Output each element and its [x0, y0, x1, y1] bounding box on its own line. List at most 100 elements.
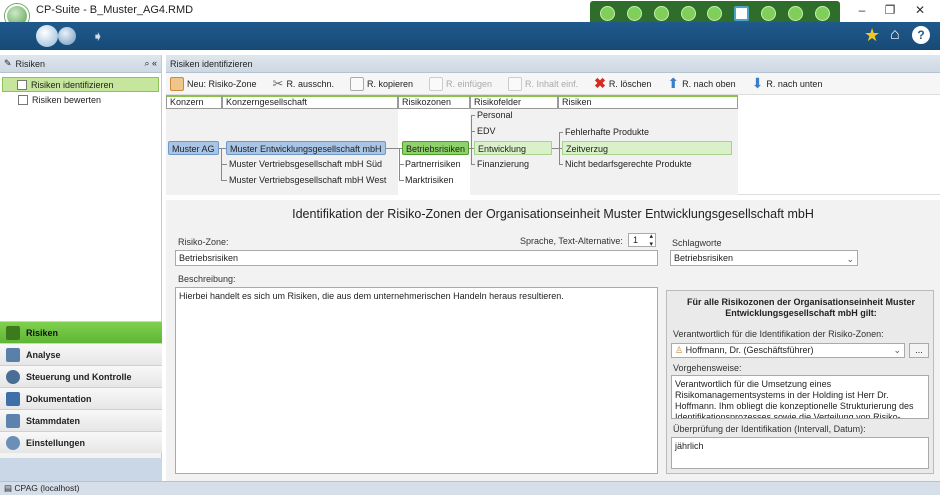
analysis-icon	[6, 347, 20, 362]
panel-heading: Für alle Risikozonen der Organisationsei…	[686, 297, 916, 318]
language-label: Sprache, Text-Alternative:	[520, 236, 623, 246]
tree-item-risiken-identifizieren[interactable]: Risiken identifizieren	[2, 77, 159, 92]
node-risiko-selected[interactable]: Zeitverzug	[562, 141, 732, 155]
nav-item-steuerung[interactable]: Steuerung und Kontrolle	[0, 365, 162, 387]
sidebar-title: Risiken	[15, 58, 46, 69]
nav-item-label: Risiken	[26, 327, 59, 338]
procedure-label: Vorgehensweise:	[673, 363, 742, 373]
close-icon[interactable]: ✕	[910, 3, 930, 17]
column-header-risikozonen: Risikozonen	[398, 95, 470, 109]
copy-icon	[349, 76, 364, 91]
delete-button[interactable]: ✖ R. löschen	[594, 75, 651, 92]
minimize-icon[interactable]: –	[852, 3, 872, 17]
node-gesellschaft[interactable]: Muster Vertriebsgesellschaft mbH West	[226, 173, 389, 187]
module-icon-2[interactable]	[626, 5, 642, 21]
keywords-select[interactable]: Betriebsrisiken ⌄	[670, 250, 858, 266]
module-icon-7[interactable]	[761, 5, 777, 21]
nav-item-einstellungen[interactable]: Einstellungen	[0, 431, 162, 453]
home-icon[interactable]: ⌂	[890, 26, 900, 44]
control-icon	[6, 369, 20, 384]
form-title: Identifikation der Risiko-Zonen der Orga…	[292, 207, 814, 221]
server-icon: ▤	[4, 483, 13, 493]
pencil-icon: ✎	[4, 58, 12, 68]
node-risiko[interactable]: Nicht bedarfsgerechte Produkte	[562, 157, 695, 171]
spinner-arrows-icon[interactable]: ▴ ▾	[649, 232, 653, 248]
module-icon-4[interactable]	[680, 5, 696, 21]
responsible-select[interactable]: ♙ Hoffmann, Dr. (Geschäftsführer) ⌄	[671, 343, 905, 358]
node-feld-selected[interactable]: Entwicklung	[474, 141, 552, 155]
more-button[interactable]: ...	[909, 343, 929, 358]
column-header-risiken: Risiken	[558, 95, 738, 109]
node-feld[interactable]: Personal	[474, 108, 516, 122]
toolbar: Neu: Risiko-Zone ✂ R. ausschn. R. kopier…	[166, 73, 940, 95]
favorites-icon[interactable]: ★	[864, 25, 880, 46]
column-header-konzern: Konzern	[166, 95, 222, 109]
move-down-button[interactable]: ⬇ R. nach unten	[752, 75, 823, 92]
search-icon[interactable]: ⌕ «	[144, 58, 157, 69]
nav-item-stammdaten[interactable]: Stammdaten	[0, 409, 162, 431]
zone-label: Risiko-Zone:	[178, 237, 229, 247]
button-label: R. Inhalt einf.	[525, 78, 579, 89]
responsibility-panel: Für alle Risikozonen der Organisationsei…	[666, 290, 934, 474]
node-gesellschaft-selected[interactable]: Muster Entwicklungsgesellschaft mbH	[226, 141, 386, 155]
node-zone[interactable]: Partnerrisiken	[402, 157, 464, 171]
module-icon-8[interactable]	[788, 5, 804, 21]
sidebar-header: ✎ Risiken ⌕ «	[0, 55, 161, 73]
paste-button[interactable]: R. einfügen	[429, 76, 493, 91]
nav-item-label: Stammdaten	[26, 415, 81, 426]
review-label: Überprüfung der Identifikation (Interval…	[673, 424, 866, 434]
new-zone-button[interactable]: Neu: Risiko-Zone	[170, 76, 257, 91]
help-icon[interactable]: ?	[912, 26, 930, 44]
main-title: Risiken identifizieren	[170, 58, 253, 69]
chevron-down-icon: ⌄	[846, 254, 854, 264]
move-up-button[interactable]: ⬆ R. nach oben	[667, 75, 735, 92]
module-icon-1[interactable]	[599, 5, 615, 21]
paste-content-button[interactable]: R. Inhalt einf.	[508, 76, 579, 91]
status-text: CPAG (localhost)	[14, 483, 80, 493]
column-header-risikofelder: Risikofelder	[470, 95, 558, 109]
back-icon[interactable]	[36, 25, 58, 47]
node-gesellschaft[interactable]: Muster Vertriebsgesellschaft mbH Süd	[226, 157, 385, 171]
window-title: CP-Suite - B_Muster_AG4.RMD	[36, 4, 194, 16]
expand-arrow-icon[interactable]: ➧	[92, 28, 104, 45]
page-icon	[18, 94, 28, 105]
status-bar: ▤ CPAG (localhost)	[0, 481, 940, 495]
zone-input[interactable]: Betriebsrisiken	[175, 250, 658, 266]
node-konzern[interactable]: Muster AG	[168, 141, 219, 155]
module-icon-5[interactable]	[707, 5, 723, 21]
navigation-bar: ➧ ★ ⌂ ?	[0, 22, 940, 50]
node-feld[interactable]: EDV	[474, 124, 499, 138]
node-feld[interactable]: Finanzierung	[474, 157, 532, 171]
title-bar: CP-Suite - B_Muster_AG4.RMD – ❐ ✕	[0, 0, 940, 28]
copy-button[interactable]: R. kopieren	[349, 76, 413, 91]
cut-button[interactable]: ✂ R. ausschn.	[273, 76, 334, 92]
forward-icon[interactable]	[58, 27, 76, 45]
master-data-icon	[6, 413, 20, 428]
nav-item-dokumentation[interactable]: Dokumentation	[0, 387, 162, 409]
nav-item-label: Steuerung und Kontrolle	[26, 371, 132, 382]
settings-icon	[6, 435, 20, 450]
arrow-down-icon: ⬇	[751, 75, 764, 91]
node-zone-selected[interactable]: Betriebsrisiken	[402, 141, 470, 155]
language-spinner[interactable]: 1 ▴ ▾	[628, 232, 656, 248]
restore-icon[interactable]: ❐	[880, 3, 900, 17]
description-textarea[interactable]: Hierbei handelt es sich um Risiken, die …	[175, 287, 658, 474]
arrow-up-icon: ⬆	[667, 75, 680, 91]
review-textarea[interactable]: jährlich	[671, 437, 929, 469]
module-icon-9[interactable]	[814, 5, 830, 21]
page-icon	[17, 79, 27, 90]
tree-item-risiken-bewerten[interactable]: Risiken bewerten	[0, 92, 161, 107]
delete-icon: ✖	[594, 75, 606, 91]
nav-item-risiken[interactable]: Risiken	[0, 321, 162, 343]
sidebar: ✎ Risiken ⌕ « Risiken identifizieren Ris…	[0, 55, 162, 481]
button-label: R. ausschn.	[286, 78, 334, 89]
nav-item-analyse[interactable]: Analyse	[0, 343, 162, 365]
language-value: 1	[633, 235, 639, 245]
button-label: R. einfügen	[446, 78, 493, 89]
module-icon-3[interactable]	[653, 5, 669, 21]
procedure-textarea[interactable]: Verantwortlich für die Umsetzung eines R…	[671, 375, 929, 419]
node-zone[interactable]: Marktrisiken	[402, 173, 457, 187]
node-risiko[interactable]: Fehlerhafte Produkte	[562, 125, 652, 139]
main-panel: Risiken identifizieren Neu: Risiko-Zone …	[166, 55, 940, 481]
module-icon-6[interactable]	[734, 5, 750, 21]
